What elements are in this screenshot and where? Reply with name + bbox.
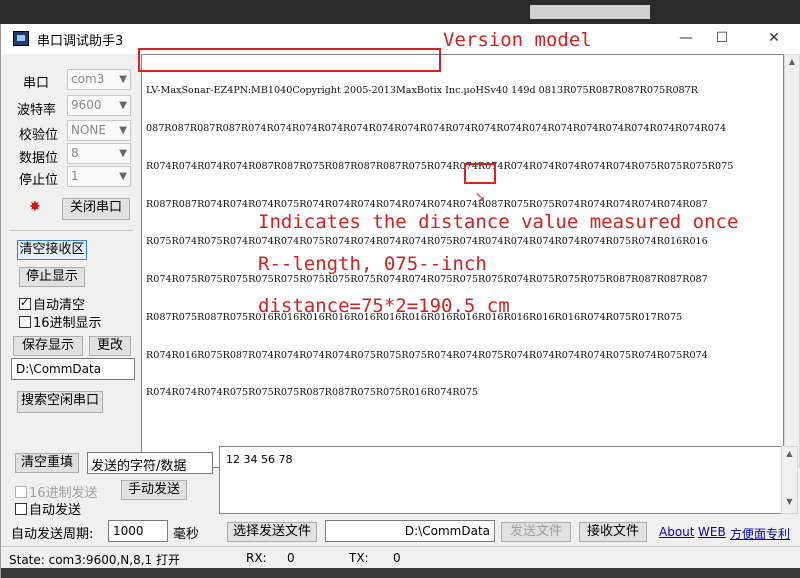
change-button[interactable]: 更改 (89, 336, 131, 356)
databits-label: 数据位 (19, 151, 59, 166)
send-input[interactable]: 12 34 56 78 (219, 446, 782, 514)
period-unit-label: 毫秒 (173, 527, 200, 542)
auto-clear-checkbox[interactable]: 自动清空 (19, 294, 85, 313)
port-value: com3 (71, 72, 105, 86)
topbar-highlight (530, 5, 650, 19)
status-state: State: com3:9600,N,8,1 打开 (9, 553, 180, 567)
pointer-arrow-icon: ➘ (475, 190, 486, 205)
checkbox-icon (15, 486, 27, 498)
reading-highlight-box (464, 163, 496, 184)
parity-value: NONE (71, 123, 106, 137)
checkbox-icon (19, 316, 31, 328)
taskbar-strip (1, 568, 800, 578)
stopbits-value: 1 (71, 169, 79, 183)
receive-text: LV-MaxSonar-EZ4PN:MB1040Copyright 2005-2… (146, 60, 733, 425)
hex-display-checkbox[interactable]: 16进制显示 (19, 312, 102, 331)
scroll-up-icon[interactable]: ▲ (782, 449, 797, 463)
receive-line: R074R074R074R075R075R075R087R087R075R075… (146, 387, 478, 399)
baud-label: 波特率 (17, 103, 57, 118)
checkbox-icon (15, 503, 27, 515)
databits-select[interactable]: 8 ▼ (67, 143, 131, 164)
stopbits-select[interactable]: 1 ▼ (67, 166, 131, 187)
port-label: 串口 (23, 76, 50, 91)
databits-value: 8 (71, 146, 79, 160)
save-display-button[interactable]: 保存显示 (13, 336, 83, 356)
scroll-down-icon[interactable]: ▼ (782, 497, 797, 511)
measure-annotation-line3: distance=75*2=190.5 cm (258, 295, 510, 317)
clear-resend-button[interactable]: 清空重填 (15, 453, 79, 473)
chevron-down-icon: ▼ (119, 74, 127, 85)
app-icon (13, 31, 29, 46)
receive-line: 087R087R087R087R074R074R074R074R074R074R… (146, 122, 727, 134)
window-title: 串口调试助手3 (37, 34, 124, 49)
maximize-button[interactable]: ☐ (699, 24, 745, 54)
auto-send-label: 自动发送 (29, 503, 82, 518)
clear-receive-button[interactable]: 清空接收区 (17, 240, 87, 260)
baud-value: 9600 (71, 98, 102, 112)
auto-period-field[interactable]: 1000 (108, 520, 168, 542)
company-link[interactable]: 方便面专利 (730, 525, 790, 542)
auto-clear-label: 自动清空 (33, 298, 86, 313)
close-port-button[interactable]: 关闭串口 (62, 198, 130, 220)
save-path-field[interactable]: D:\CommData (11, 358, 135, 380)
status-bar: State: com3:9600,N,8,1 打开 RX: 0 TX: 0 (1, 546, 800, 568)
receive-line: R074R075R075R075R075R075R075R075R075R074… (146, 274, 708, 286)
tx-label: TX: (349, 551, 369, 565)
rx-label: RX: (246, 551, 267, 565)
port-select[interactable]: com3 ▼ (67, 69, 131, 90)
version-model-annotation: Version model (443, 29, 592, 51)
divider (9, 230, 133, 231)
receive-line: R075R074R075R074R074R074R075R074R074R074… (146, 236, 708, 248)
receive-line: R074R074R074R074R087R087R075R087R087R087… (146, 160, 734, 172)
send-type-field[interactable]: 发送的字符/数据 (87, 452, 213, 474)
parity-select[interactable]: NONE ▼ (67, 120, 131, 141)
receive-line: R087R087R074R074R074R075R074R074R074R074… (146, 198, 708, 210)
tx-value: 0 (393, 551, 401, 565)
receive-line: R074R016R075R087R074R074R074R074R075R075… (146, 349, 708, 361)
checkbox-icon (19, 296, 31, 310)
auto-period-label: 自动发送周期: (11, 527, 94, 542)
receive-line: LV-MaxSonar-EZ4PN:MB1040Copyright 2005-2… (146, 85, 698, 97)
chevron-down-icon: ▼ (119, 171, 127, 182)
parity-label: 校验位 (19, 128, 59, 143)
scroll-up-icon[interactable]: ▲ (785, 57, 799, 71)
file-path-field[interactable]: D:\CommData (325, 520, 495, 542)
stopbits-label: 停止位 (19, 173, 59, 188)
about-link[interactable]: About (659, 525, 694, 539)
hex-display-label: 16进制显示 (33, 316, 102, 331)
stop-display-button[interactable]: 停止显示 (19, 267, 85, 287)
manual-send-button[interactable]: 手动发送 (121, 480, 187, 500)
receive-scrollbar[interactable]: ▲ ▼ (784, 54, 800, 468)
desktop-topbar (0, 0, 800, 24)
chevron-down-icon: ▼ (119, 148, 127, 159)
close-button[interactable]: ✕ (751, 24, 797, 54)
rx-value: 0 (287, 551, 295, 565)
measure-annotation-line2: R--length, 075--inch (258, 253, 487, 275)
port-status-icon: ✸ (29, 199, 41, 215)
select-file-button[interactable]: 选择发送文件 (227, 522, 317, 542)
version-highlight-box (138, 48, 441, 72)
chevron-down-icon: ▼ (119, 125, 127, 136)
web-link[interactable]: WEB (698, 525, 726, 539)
measure-annotation-line1: Indicates the distance value measured on… (258, 211, 739, 233)
send-file-button[interactable]: 发送文件 (501, 522, 571, 542)
app-window: 串口调试助手3 — ☐ ✕ 串口 com3 ▼ 波特率 9600 ▼ 校验位 NON… (0, 24, 800, 578)
receive-file-button[interactable]: 接收文件 (579, 522, 647, 542)
chevron-down-icon: ▼ (119, 100, 127, 111)
auto-send-checkbox[interactable]: 自动发送 (15, 499, 81, 518)
search-port-button[interactable]: 搜索空闲串口 (17, 391, 103, 413)
send-scrollbar[interactable]: ▲ ▼ (781, 446, 798, 514)
baud-select[interactable]: 9600 ▼ (67, 95, 131, 116)
